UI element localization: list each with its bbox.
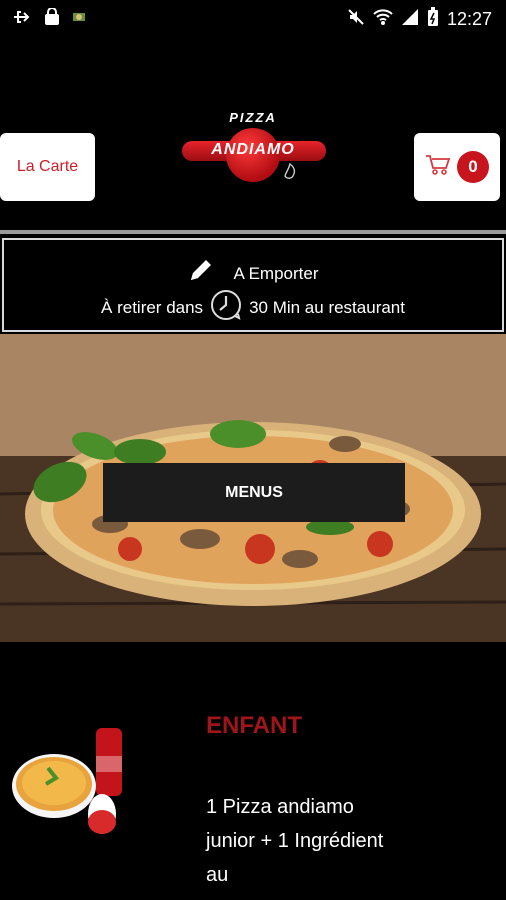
app-header: La Carte PIZZA ANDIAMO 0 <box>0 36 506 232</box>
pencil-icon <box>187 258 215 289</box>
signal-icon <box>401 8 419 31</box>
la-carte-button[interactable]: La Carte <box>0 133 95 201</box>
pickup-prefix: À retirer dans <box>101 297 204 317</box>
usb-icon <box>12 8 32 31</box>
order-mode-label: A Emporter <box>233 263 319 283</box>
logo-main-text: ANDIAMO <box>211 141 295 158</box>
clock-icon <box>209 288 243 327</box>
mute-icon <box>347 8 365 31</box>
product-image <box>10 728 130 838</box>
product-card[interactable]: ENFANT 1 Pizza andiamo junior + 1 Ingréd… <box>0 642 506 900</box>
logo-top-text: PIZZA <box>229 110 277 125</box>
status-time: 12:27 <box>446 9 492 29</box>
status-bar: 12:27 <box>0 0 506 36</box>
bag-icon <box>44 7 60 31</box>
pickup-time: 30 Min au restaurant <box>249 297 405 317</box>
logo-mark-icon <box>284 163 296 179</box>
menus-button[interactable]: MENUS <box>103 463 405 522</box>
product-title: ENFANT <box>206 712 302 739</box>
header-divider <box>0 230 506 234</box>
battery-icon <box>427 7 439 32</box>
wifi-icon <box>373 8 393 31</box>
order-mode-panel[interactable]: A Emporter À retirer dans 30 Min au rest… <box>2 238 504 332</box>
cart-button[interactable]: 0 <box>414 133 500 201</box>
app-icon <box>72 10 86 29</box>
logo[interactable]: PIZZA ANDIAMO <box>178 108 328 188</box>
cart-count-badge: 0 <box>457 151 489 183</box>
cart-icon <box>425 153 451 182</box>
product-description: 1 Pizza andiamo junior + 1 Ingrédient au <box>206 796 384 886</box>
